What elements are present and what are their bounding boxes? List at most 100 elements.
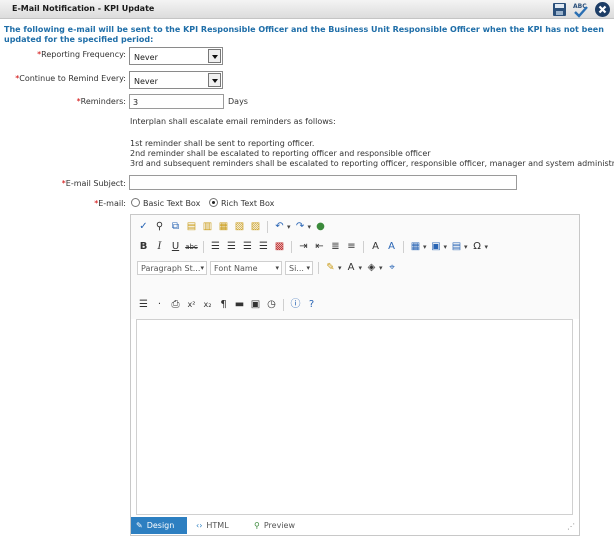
align-left-icon[interactable]: ☰ (209, 241, 222, 253)
basic-text-label[interactable]: Basic Text Box (143, 199, 200, 208)
numbered-list-icon[interactable]: ≣ (329, 241, 342, 253)
reporting-frequency-label: *Reporting Frequency: (37, 50, 126, 59)
paste-html-icon[interactable]: ▧ (233, 221, 246, 233)
escalation-heading: Interplan shall escalate email reminders… (130, 117, 336, 126)
superscript-icon[interactable]: x² (185, 299, 198, 311)
print-icon[interactable]: ⎙ (169, 299, 182, 311)
format-painter-icon[interactable]: ⌖ (386, 262, 399, 274)
html-mode-tab[interactable]: ‹› HTML (191, 517, 234, 534)
insert-snippet-icon[interactable]: ▤ (450, 241, 463, 253)
bold-icon[interactable]: B (137, 241, 150, 253)
undo-icon[interactable]: ↶ (273, 221, 286, 233)
escalation-line-3: 3rd and subsequent reminders shall be es… (130, 159, 614, 168)
help-icon[interactable]: ? (305, 299, 318, 311)
divider-dot-icon: · (157, 299, 162, 310)
indent-icon[interactable]: ⇥ (297, 241, 310, 253)
align-right-icon[interactable]: ☰ (241, 241, 254, 253)
save-icon[interactable] (551, 1, 568, 18)
window-titlebar: E-Mail Notification - KPI Update ABC (0, 0, 614, 19)
email-label: *E-mail: (94, 199, 126, 208)
clear-alignment-icon[interactable]: ▩ (273, 241, 286, 253)
horizontal-rule-icon[interactable]: ☰ (137, 299, 150, 311)
chevron-down-icon[interactable] (208, 49, 221, 63)
toolbar-separator (363, 241, 364, 253)
continue-remind-value: Never (134, 77, 158, 86)
continue-remind-select[interactable]: Never (129, 71, 223, 89)
basic-text-radio[interactable] (131, 198, 140, 207)
chevron-down-icon[interactable]: ▾ (379, 264, 383, 272)
font-format-icon[interactable]: A (385, 241, 398, 253)
reminders-unit: Days (228, 97, 248, 106)
continue-remind-label: *Continue to Remind Every: (15, 74, 126, 83)
font-size-select[interactable]: Si... ▾ (285, 261, 313, 275)
special-characters-icon[interactable]: Ω (471, 241, 484, 253)
paragraph-icon[interactable]: ¶ (217, 299, 230, 311)
spellcheck-icon[interactable]: ✓ (137, 221, 150, 233)
rich-text-label[interactable]: Rich Text Box (221, 199, 274, 208)
editor-toolbar: ✓ ⚲ ⧉ ▤ ▥ ▦ ▧ ▨ ↶ ▾ ↷ ▾ ● B I U abc ☰ ☰ ☰ … (131, 215, 579, 319)
format-stripper-icon[interactable]: A (369, 241, 382, 253)
globe-icon[interactable]: ● (314, 221, 327, 233)
chevron-down-icon: ▾ (306, 264, 310, 272)
insert-table-icon[interactable]: ▦ (409, 241, 422, 253)
resize-grip-icon[interactable]: ⋰ (567, 522, 575, 531)
chevron-down-icon[interactable]: ▾ (359, 264, 363, 272)
italic-icon[interactable]: I (153, 241, 166, 253)
paste-icon[interactable]: ▤ (185, 221, 198, 233)
toolbar-separator (203, 241, 204, 253)
underline-icon[interactable]: U (169, 241, 182, 253)
copy-icon[interactable]: ⧉ (169, 221, 182, 233)
justify-icon[interactable]: ☰ (257, 241, 270, 253)
escalation-line-2: 2nd reminder shall be escalated to repor… (130, 149, 431, 158)
chevron-down-icon[interactable]: ▾ (308, 223, 312, 231)
chevron-down-icon[interactable]: ▾ (423, 243, 427, 251)
outdent-icon[interactable]: ⇤ (313, 241, 326, 253)
editor-content-area[interactable] (136, 319, 573, 515)
chevron-down-icon[interactable] (208, 73, 221, 87)
pencil-icon: ✎ (136, 521, 143, 530)
insert-media-icon[interactable]: ▣ (430, 241, 443, 253)
chevron-down-icon[interactable]: ▾ (338, 264, 342, 272)
highlight-icon[interactable]: ✎ (324, 262, 337, 274)
redo-icon[interactable]: ↷ (294, 221, 307, 233)
paste-text-icon[interactable]: ▦ (217, 221, 230, 233)
insert-date-icon[interactable]: ◷ (265, 299, 278, 311)
chevron-down-icon[interactable]: ▾ (485, 243, 489, 251)
toolbar-separator (291, 241, 292, 253)
toolbar-separator (403, 241, 404, 253)
align-center-icon[interactable]: ☰ (225, 241, 238, 253)
chevron-down-icon[interactable]: ▾ (464, 243, 468, 251)
rich-text-editor: ✓ ⚲ ⧉ ▤ ▥ ▦ ▧ ▨ ↶ ▾ ↷ ▾ ● B I U abc ☰ ☰ ☰ … (130, 214, 580, 536)
toolbar-separator (283, 299, 284, 311)
email-subject-input[interactable] (129, 175, 517, 190)
design-mode-tab[interactable]: ✎ Design (131, 517, 187, 534)
chevron-down-icon: ▾ (200, 264, 204, 272)
subscript-icon[interactable]: x₂ (201, 299, 214, 311)
reminders-input[interactable]: 3 (129, 94, 224, 109)
spellcheck-icon[interactable]: ABC (572, 1, 589, 18)
escalation-line-1: 1st reminder shall be sent to reporting … (130, 139, 315, 148)
chevron-down-icon[interactable]: ▾ (287, 223, 291, 231)
window-title: E-Mail Notification - KPI Update (12, 4, 155, 13)
paste-word-icon[interactable]: ▥ (201, 221, 214, 233)
paragraph-style-select[interactable]: Paragraph St... ▾ (137, 261, 207, 275)
bullet-list-icon[interactable]: ≡ (345, 241, 358, 253)
background-color-icon[interactable]: ◈ (365, 262, 378, 274)
strikethrough-icon[interactable]: abc (185, 241, 198, 253)
reporting-frequency-select[interactable]: Never (129, 47, 223, 65)
insert-form-icon[interactable]: ▣ (249, 299, 262, 311)
font-name-select[interactable]: Font Name ▾ (210, 261, 282, 275)
chevron-down-icon[interactable]: ▾ (444, 243, 448, 251)
horizontal-line-icon[interactable]: ▬ (233, 299, 246, 311)
reporting-frequency-value: Never (134, 53, 158, 62)
code-icon: ‹› (196, 521, 203, 530)
paste-special-icon[interactable]: ▨ (249, 221, 262, 233)
about-icon[interactable]: ⓘ (289, 299, 302, 311)
magnifier-icon: ⚲ (254, 521, 260, 530)
foreground-color-icon[interactable]: A (345, 262, 358, 274)
close-icon[interactable] (594, 1, 611, 18)
preview-mode-tab[interactable]: ⚲ Preview (249, 517, 300, 534)
find-icon[interactable]: ⚲ (153, 221, 166, 233)
rich-text-radio[interactable] (209, 198, 218, 207)
editor-mode-bar: ✎ Design ‹› HTML ⚲ Preview ⋰ (131, 516, 579, 535)
